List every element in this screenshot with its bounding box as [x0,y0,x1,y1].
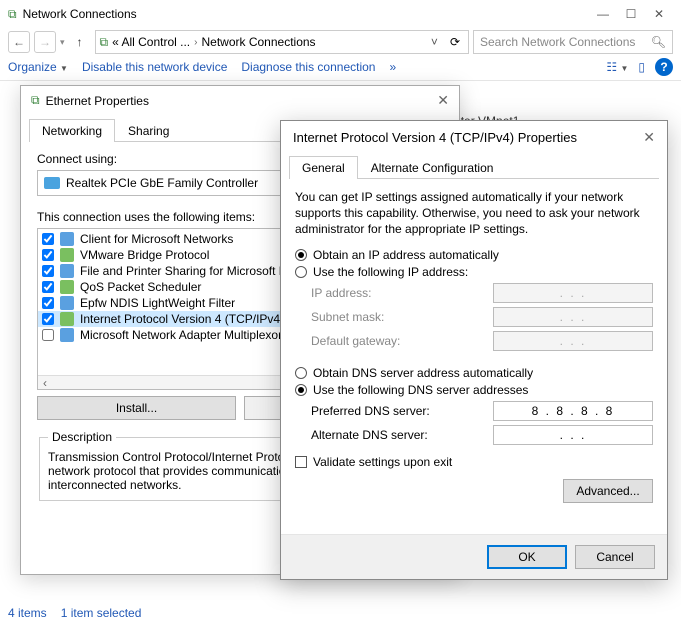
item-checkbox[interactable] [42,281,54,293]
radio-label: Obtain an IP address automatically [313,248,499,262]
refresh-button[interactable]: ⟳ [446,35,464,49]
forward-button[interactable]: → [34,31,56,53]
service-icon [60,280,74,294]
tab-sharing[interactable]: Sharing [115,119,182,142]
default-gateway-label: Default gateway: [311,334,493,348]
list-item-label: Epfw NDIS LightWeight Filter [80,296,235,310]
address-dropdown[interactable]: ˅ [427,35,442,49]
validate-settings-checkbox[interactable]: Validate settings upon exit [295,455,653,469]
dialog-title: Ethernet Properties [46,94,149,108]
up-button[interactable]: ↑ [69,35,91,49]
protocol-icon [60,328,74,342]
back-button[interactable]: ← [8,31,30,53]
radio-icon [295,367,307,379]
search-input[interactable]: Search Network Connections 🔍︎ [473,30,673,54]
client-icon [60,232,74,246]
tab-networking[interactable]: Networking [29,119,115,142]
status-selected-count: 1 item selected [61,606,142,620]
radio-dns-manual[interactable]: Use the following DNS server addresses [295,383,653,397]
default-gateway-input: . . . [493,331,653,351]
radio-dns-auto[interactable]: Obtain DNS server address automatically [295,366,653,380]
protocol-icon [60,312,74,326]
nic-icon [44,177,60,189]
organize-menu[interactable]: Organize ▼ [8,60,68,74]
close-button[interactable]: ✕ [645,7,673,21]
ok-button[interactable]: OK [487,545,567,569]
radio-ip-auto[interactable]: Obtain an IP address automatically [295,248,653,262]
list-item-label: Internet Protocol Version 4 (TCP/IPv4) [80,312,284,326]
tab-general[interactable]: General [289,156,358,179]
checkbox-icon [295,456,307,468]
item-checkbox[interactable] [42,297,54,309]
cancel-button[interactable]: Cancel [575,545,655,569]
chevron-right-icon: › [194,37,197,48]
item-checkbox[interactable] [42,313,54,325]
app-icon: ⧉ [8,7,17,22]
radio-label: Use the following IP address: [313,265,468,279]
item-checkbox[interactable] [42,329,54,341]
ip-blurb: You can get IP settings assigned automat… [295,189,653,238]
subnet-mask-label: Subnet mask: [311,310,493,324]
checkbox-label: Validate settings upon exit [313,455,452,469]
status-item-count: 4 items [8,606,47,620]
install-button[interactable]: Install... [37,396,236,420]
service-icon [60,264,74,278]
search-placeholder: Search Network Connections [480,35,635,49]
address-bar[interactable]: ⧉ « All Control ... › Network Connection… [95,30,469,54]
overflow-button[interactable]: » [389,60,396,74]
item-checkbox[interactable] [42,233,54,245]
search-icon: 🔍︎ [651,35,666,49]
list-item-label: Microsoft Network Adapter Multiplexor [80,328,282,342]
view-options-button[interactable]: ☷ ▼ [606,60,628,74]
diagnose-button[interactable]: Diagnose this connection [241,60,375,74]
description-title: Description [48,430,116,444]
close-icon[interactable]: ✕ [643,129,655,146]
radio-icon [295,249,307,261]
protocol-icon [60,248,74,262]
list-item-label: QoS Packet Scheduler [80,280,201,294]
radio-icon [295,384,307,396]
control-panel-icon: ⧉ [100,35,109,50]
subnet-mask-input: . . . [493,307,653,327]
disable-device-button[interactable]: Disable this network device [82,60,227,74]
radio-label: Use the following DNS server addresses [313,383,528,397]
minimize-button[interactable]: — [589,7,617,21]
list-item-label: File and Printer Sharing for Microsoft N [80,264,287,278]
preferred-dns-label: Preferred DNS server: [311,404,493,418]
item-checkbox[interactable] [42,249,54,261]
ip-address-input: . . . [493,283,653,303]
breadcrumb-leaf[interactable]: Network Connections [202,35,316,49]
breadcrumb-root[interactable]: « All Control ... [112,35,190,49]
radio-label: Obtain DNS server address automatically [313,366,533,380]
advanced-button[interactable]: Advanced... [563,479,653,503]
preferred-dns-input[interactable]: 8 . 8 . 8 . 8 [493,401,653,421]
radio-icon [295,266,307,278]
list-item-label: VMware Bridge Protocol [80,248,209,262]
window-title: Network Connections [23,7,137,21]
help-icon[interactable]: ? [655,58,673,76]
history-dropdown[interactable]: ▾ [60,37,65,48]
preview-pane-button[interactable]: ▯ [638,60,645,74]
scroll-left-icon[interactable]: ‹ [38,376,52,390]
alternate-dns-label: Alternate DNS server: [311,428,493,442]
dialog-title: Internet Protocol Version 4 (TCP/IPv4) P… [293,130,577,145]
ip-address-label: IP address: [311,286,493,300]
close-icon[interactable]: ✕ [437,92,449,109]
tab-alternate-configuration[interactable]: Alternate Configuration [358,156,507,179]
radio-ip-manual[interactable]: Use the following IP address: [295,265,653,279]
list-item-label: Client for Microsoft Networks [80,232,233,246]
ipv4-properties-dialog: Internet Protocol Version 4 (TCP/IPv4) P… [280,120,668,580]
filter-icon [60,296,74,310]
alternate-dns-input[interactable]: . . . [493,425,653,445]
item-checkbox[interactable] [42,265,54,277]
dialog-icon: ⧉ [31,93,40,108]
adapter-name: Realtek PCIe GbE Family Controller [66,176,258,190]
maximize-button[interactable]: ☐ [617,7,645,21]
